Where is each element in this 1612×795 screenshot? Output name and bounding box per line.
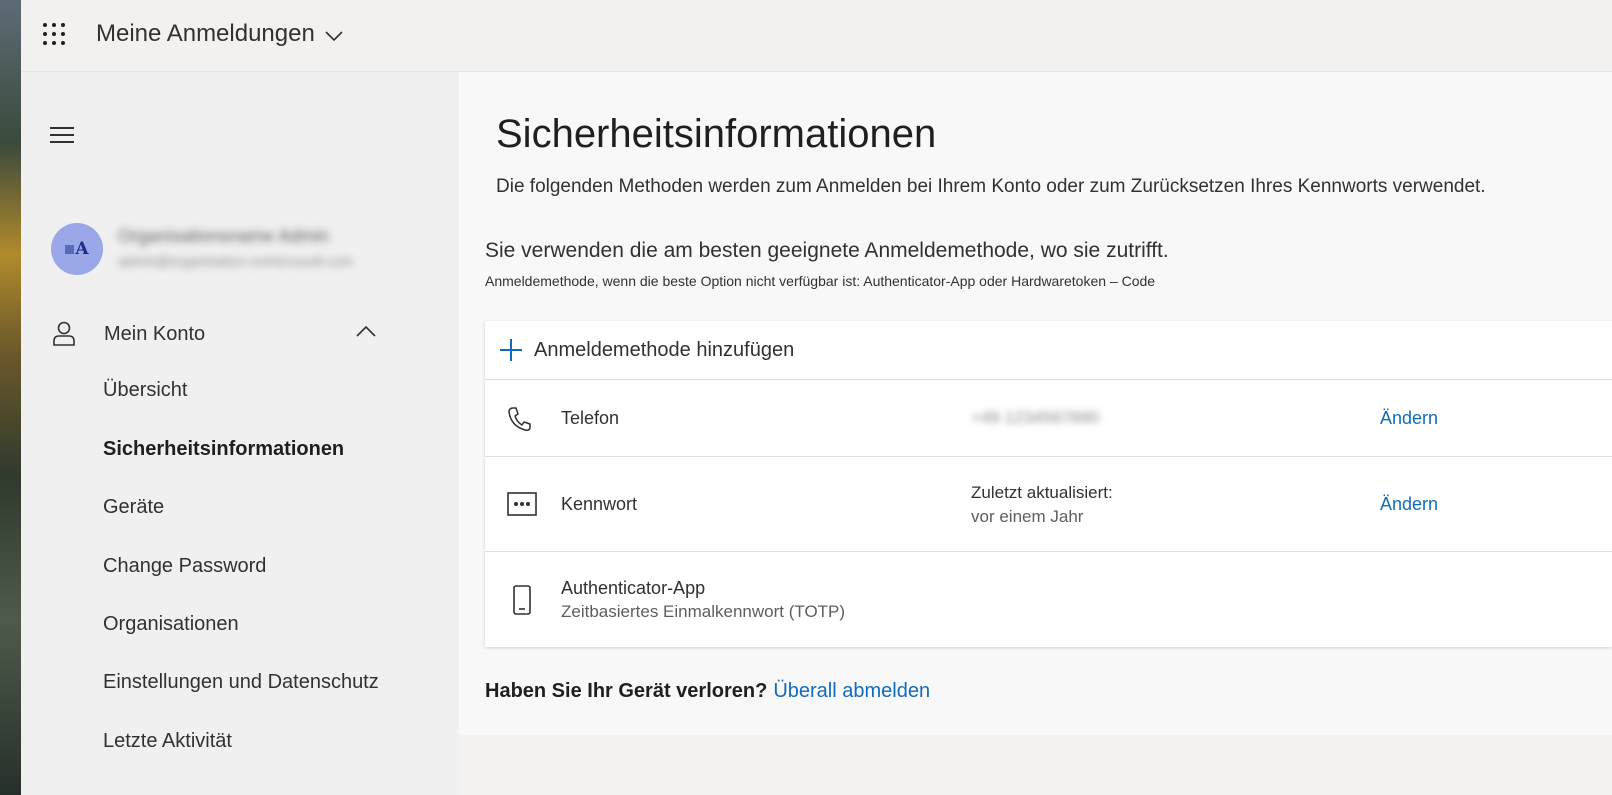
default-method-subtitle: Anmeldemethode, wenn die beste Option ni… <box>485 273 1156 289</box>
method-row-password: Kennwort Zuletzt aktualisiert: vor einem… <box>485 457 1612 552</box>
chevron-down-icon <box>325 30 343 41</box>
user-name: Organisationsname Admin <box>118 226 330 246</box>
method-name: Authenticator-App <box>561 578 706 598</box>
change-phone-link[interactable]: Ändern <box>1380 408 1438 429</box>
method-detail: Zuletzt aktualisiert: <box>971 483 1113 502</box>
hamburger-icon[interactable] <box>49 124 75 146</box>
method-detail: +49 1234567890 <box>971 408 1100 427</box>
method-row-authenticator: Authenticator-App Zeitbasiertes Einmalke… <box>485 552 1612 647</box>
phone-icon <box>508 407 531 431</box>
sidebar: A Organisationsname Admin admin@organisa… <box>21 72 459 795</box>
mobile-device-icon <box>513 585 531 615</box>
user-email: admin@organisation.onmicrosoft.com <box>118 253 354 269</box>
sidebar-item-change-password[interactable]: Change Password <box>103 553 266 579</box>
lost-device-prompt: Haben Sie Ihr Gerät verloren? Überall abm… <box>485 680 930 703</box>
method-detail-sub: vor einem Jahr <box>971 507 1084 526</box>
sidebar-item-uebersicht[interactable]: Übersicht <box>103 377 187 403</box>
person-icon <box>53 321 75 346</box>
top-bar: Meine Anmeldungen <box>21 0 1612 72</box>
sign-out-everywhere-link[interactable]: Überall abmelden <box>773 680 930 702</box>
app-title-dropdown[interactable]: Meine Anmeldungen <box>96 20 343 48</box>
method-name: Kennwort <box>561 494 638 514</box>
nav-section-mein-konto[interactable]: Mein Konto <box>51 315 391 353</box>
sidebar-item-geraete[interactable]: Geräte <box>103 494 164 520</box>
plus-icon <box>500 339 522 361</box>
nav-section-label: Mein Konto <box>104 322 206 345</box>
lost-device-question: Haben Sie Ihr Gerät verloren? <box>485 680 768 702</box>
page-description: Die folgenden Methoden werden zum Anmeld… <box>496 176 1486 197</box>
password-icon <box>507 492 537 516</box>
app-launcher-icon[interactable] <box>43 23 69 49</box>
sidebar-item-letzte-aktivitaet[interactable]: Letzte Aktivität <box>103 728 232 754</box>
app-title: Meine Anmeldungen <box>96 20 315 47</box>
sidebar-item-organisationen[interactable]: Organisationen <box>103 611 239 637</box>
method-row-phone: Telefon +49 1234567890 Ändern <box>485 380 1612 457</box>
chevron-up-icon[interactable] <box>356 325 376 337</box>
desktop-background-strip <box>0 0 21 795</box>
add-method-label: Anmeldemethode hinzufügen <box>534 338 795 361</box>
page-title: Sicherheitsinformationen <box>496 112 937 156</box>
my-signins-app: Meine Anmeldungen A Organisationsname Ad… <box>21 0 1612 795</box>
main-content: Sicherheitsinformationen Die folgenden M… <box>459 72 1612 735</box>
avatar[interactable]: A <box>51 223 103 275</box>
method-name-sub: Zeitbasiertes Einmalkennwort (TOTP) <box>561 602 846 621</box>
change-password-link[interactable]: Ändern <box>1380 494 1438 515</box>
sidebar-item-sicherheitsinformationen[interactable]: Sicherheitsinformationen <box>103 436 344 462</box>
method-name: Telefon <box>561 408 620 428</box>
methods-card: Anmeldemethode hinzufügen Telefon +49 12… <box>485 321 1612 647</box>
default-method-title: Sie verwenden die am besten geeignete An… <box>485 239 1169 262</box>
add-method-button[interactable]: Anmeldemethode hinzufügen <box>485 321 1612 380</box>
sidebar-item-einstellungen[interactable]: Einstellungen und Datenschutz <box>103 669 379 695</box>
